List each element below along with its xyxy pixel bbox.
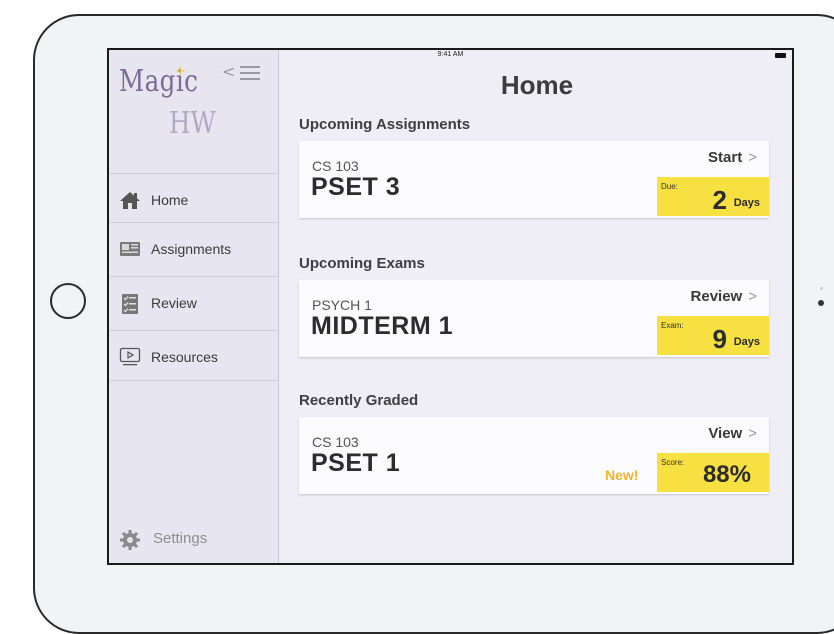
sparkle-icon: + <box>175 64 186 79</box>
home-icon <box>119 190 141 210</box>
badge-label: Score: <box>661 458 685 467</box>
assignment-card[interactable]: CS 103 PSET 3 Start > Due: 2 Days <box>299 141 769 218</box>
exam-card[interactable]: PSYCH 1 MIDTERM 1 Review > Exam: 9 Days <box>299 280 769 357</box>
logo-text-magic: Magic <box>119 64 199 99</box>
divider <box>109 380 277 381</box>
badge-value: 9 <box>712 324 727 354</box>
score-badge: Score: 88% <box>657 453 769 492</box>
card-title: PSET 1 <box>311 449 401 477</box>
sidebar-item-label: Review <box>151 295 197 311</box>
sidebar-item-label: Resources <box>151 349 218 365</box>
gear-icon <box>119 529 141 550</box>
section-title-upcoming-exams: Upcoming Exams <box>299 255 425 272</box>
card-title: MIDTERM 1 <box>311 312 453 340</box>
sidebar-item-review[interactable]: Review <box>109 276 277 330</box>
exam-badge: Exam: 9 Days <box>657 316 769 355</box>
sidebar-item-settings[interactable]: Settings <box>109 520 277 560</box>
main-content: Home Upcoming Assignments CS 103 PSET 3 … <box>280 50 792 563</box>
home-button[interactable] <box>50 283 86 319</box>
front-camera <box>818 300 824 306</box>
review-button[interactable]: Review > <box>691 288 757 305</box>
sidebar-item-resources[interactable]: Resources <box>109 330 277 384</box>
sidebar-item-assignments[interactable]: Assignments <box>109 222 277 276</box>
section-title-recently-graded: Recently Graded <box>299 392 419 409</box>
chevron-right-icon: > <box>748 288 757 305</box>
start-button[interactable]: Start > <box>708 149 757 166</box>
sidebar-item-label: Assignments <box>151 241 232 257</box>
sidebar-item-home[interactable]: Home <box>109 173 277 227</box>
sidebar-item-label: Home <box>151 192 189 208</box>
badge-unit: Days <box>733 336 760 348</box>
badge-label: Due: <box>661 182 678 191</box>
card-title: PSET 3 <box>311 173 401 201</box>
logo-text-hw: HW <box>169 106 216 141</box>
checklist-icon <box>119 293 141 314</box>
card-course: CS 103 <box>312 434 359 450</box>
action-label: Start <box>708 149 743 166</box>
newspaper-icon <box>119 239 141 259</box>
due-badge: Due: 2 Days <box>657 177 769 216</box>
badge-label: Exam: <box>661 321 684 330</box>
view-button[interactable]: View > <box>708 425 757 442</box>
section-title-upcoming-assignments: Upcoming Assignments <box>299 116 471 133</box>
ambient-sensor <box>820 287 823 290</box>
action-label: Review <box>690 288 743 305</box>
chevron-left-icon: < <box>222 62 236 81</box>
badge-value: 88% <box>702 461 751 488</box>
graded-card[interactable]: CS 103 PSET 1 View > New! Score: 88% <box>299 417 769 494</box>
app-logo: Magic + HW <box>119 64 229 164</box>
new-badge: New! <box>605 467 639 483</box>
badge-unit: Days <box>733 197 760 209</box>
sidebar: Magic + HW < Home Assignments Review Res… <box>109 50 279 563</box>
ipad-screen: iPad 9:41 AM Magic + HW < <box>107 48 794 565</box>
chevron-right-icon: > <box>748 425 757 442</box>
card-course: CS 103 <box>312 158 359 174</box>
page-title: Home <box>500 70 574 100</box>
settings-label: Settings <box>153 530 208 547</box>
video-play-icon <box>119 347 141 367</box>
card-course: PSYCH 1 <box>312 297 372 313</box>
action-label: View <box>708 425 743 442</box>
collapse-sidebar-button[interactable]: < <box>222 62 268 84</box>
badge-value: 2 <box>712 185 727 215</box>
chevron-right-icon: > <box>748 149 757 166</box>
